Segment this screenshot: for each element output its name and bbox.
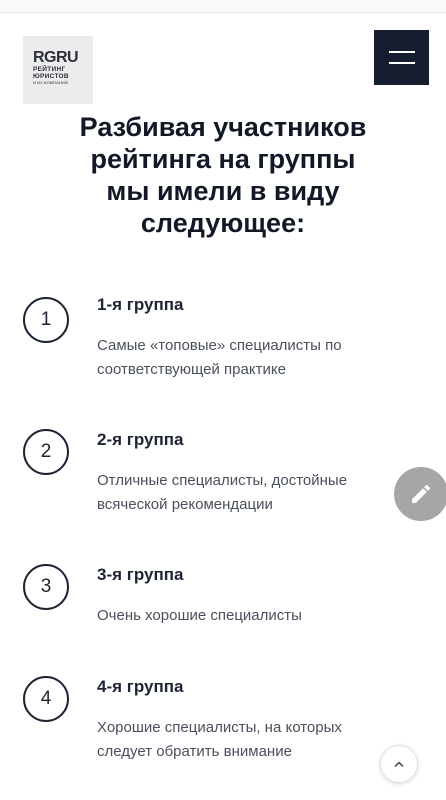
- group-title: 1-я группа: [97, 295, 184, 314]
- page-title: Разбивая участников рейтинга на группы м…: [0, 111, 446, 239]
- group-description: Отличные специалисты, достойные всяческо…: [97, 469, 397, 517]
- edit-button[interactable]: [394, 467, 446, 521]
- site-logo[interactable]: RGRU РЕЙТИНГ ЮРИСТОВ И ИХ КОМПАНИЙ: [23, 36, 93, 104]
- group-description-line: Очень хорошие специалисты: [97, 607, 302, 624]
- page-title-line: Разбивая участников: [79, 112, 367, 142]
- group-title: 2-я группа: [97, 430, 184, 449]
- chevron-up-icon: [394, 761, 404, 767]
- group-description-line: Хорошие специалисты, на которых: [97, 719, 342, 736]
- menu-button[interactable]: [374, 30, 429, 85]
- page-title-line: следующее:: [140, 208, 306, 238]
- group-title: 4-я группа: [97, 677, 184, 696]
- pencil-icon: [412, 484, 431, 503]
- group-number-badge: 1: [23, 297, 69, 343]
- page-title-line: мы имели в виду: [106, 176, 340, 206]
- logo-main-text: RGRU: [33, 49, 79, 66]
- page-title-line: рейтинга на группы: [90, 144, 356, 174]
- group-description: Хорошие специалисты, на которых следует …: [97, 716, 397, 764]
- group-description-line: Отличные специалисты, достойные: [97, 472, 348, 489]
- browser-top-strip: [0, 0, 446, 13]
- group-number-badge: 2: [23, 429, 69, 475]
- group-number-badge: 3: [23, 564, 69, 610]
- logo-subtitle-line-1: РЕЙТИНГ: [33, 66, 66, 73]
- logo-subtitle-line-2: ЮРИСТОВ: [33, 73, 69, 80]
- logo-subtitle-line-3: И ИХ КОМПАНИЙ: [33, 80, 68, 85]
- group-description: Самые «топовые» специалисты по соответст…: [97, 334, 397, 382]
- group-number-badge: 4: [23, 676, 69, 722]
- group-description-line: соответствующей практике: [97, 361, 286, 378]
- group-title: 3-я группа: [97, 565, 184, 584]
- group-description-line: следует обратить внимание: [97, 743, 292, 760]
- group-description: Очень хорошие специалисты: [97, 604, 397, 628]
- group-description-line: всяческой рекомендации: [97, 496, 273, 513]
- scroll-to-top-button[interactable]: [380, 745, 418, 783]
- group-description-line: Самые «топовые» специалисты по: [97, 337, 342, 354]
